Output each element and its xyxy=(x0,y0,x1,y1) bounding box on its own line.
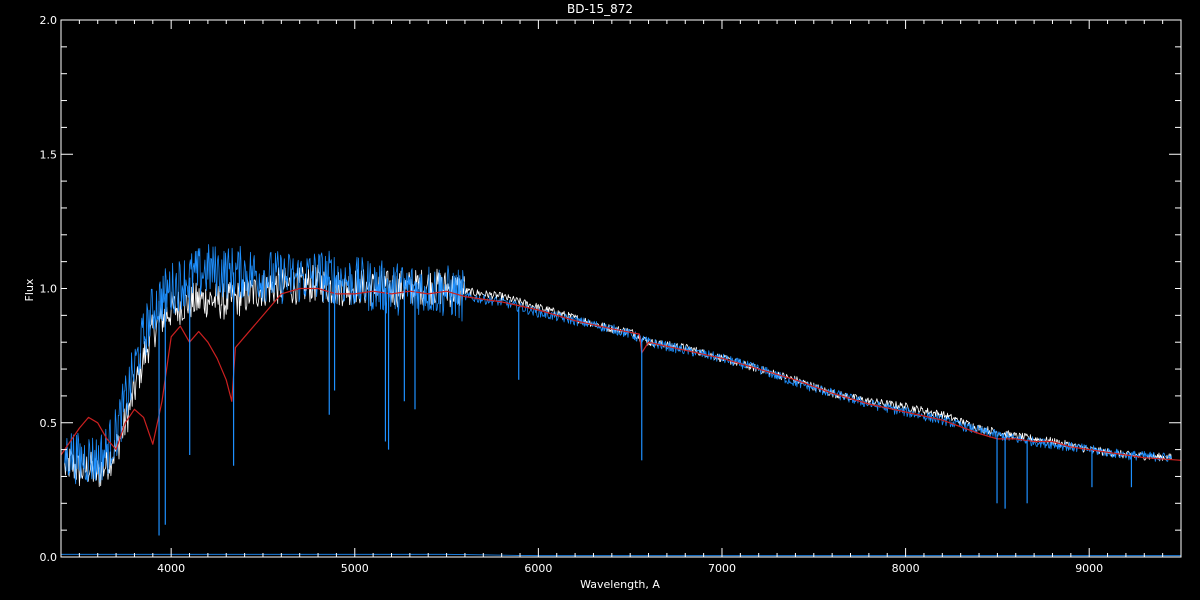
y-tick-label: 2.0 xyxy=(40,14,58,27)
chart-background xyxy=(0,0,1200,600)
x-tick-label: 5000 xyxy=(341,562,369,575)
y-tick-label: 1.5 xyxy=(40,148,58,161)
x-axis-label: Wavelength, A xyxy=(580,578,660,591)
x-tick-label: 4000 xyxy=(157,562,185,575)
x-tick-label: 9000 xyxy=(1075,562,1103,575)
y-tick-label: 0.5 xyxy=(40,417,58,430)
x-tick-label: 6000 xyxy=(524,562,552,575)
y-axis-label: Flux xyxy=(23,278,36,301)
y-tick-label: 0.0 xyxy=(40,551,58,564)
x-tick-label: 7000 xyxy=(708,562,736,575)
x-tick-label: 8000 xyxy=(892,562,920,575)
y-tick-label: 1.0 xyxy=(40,283,58,296)
spectrum-chart: 4000 5000 6000 7000 8000 90000.00.51.01.52.0 … xyxy=(0,0,1200,600)
chart-title: BD-15_872 xyxy=(567,2,633,16)
